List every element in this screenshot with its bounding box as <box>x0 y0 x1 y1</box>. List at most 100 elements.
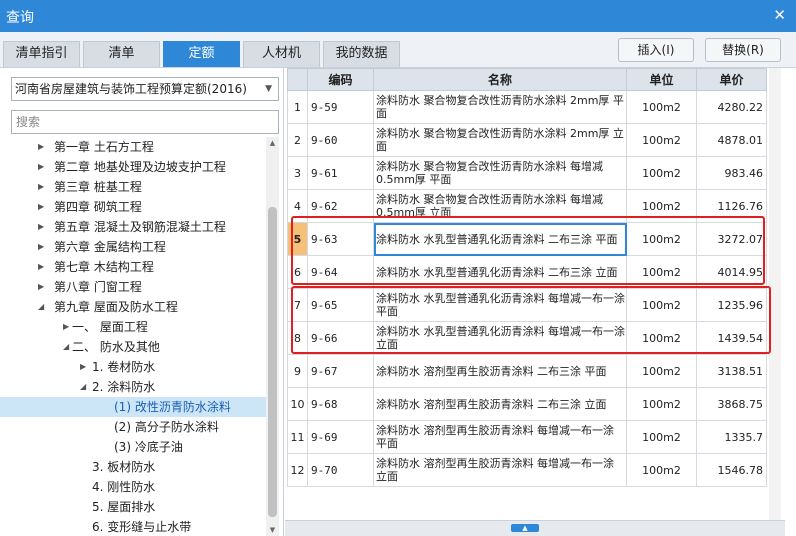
expand-arrow-icon[interactable]: ▶ <box>80 357 86 377</box>
table-row[interactable]: 8 9-66 涂料防水 水乳型普通乳化沥青涂料 每增减一布一涂 立面 100m2 143… <box>287 321 767 355</box>
row-price[interactable]: 4878.01 <box>696 123 767 157</box>
row-price[interactable]: 1126.76 <box>696 189 767 223</box>
row-unit[interactable]: 100m2 <box>626 288 697 322</box>
collapse-up-icon[interactable]: ▲ <box>511 524 539 532</box>
row-price[interactable]: 1335.7 <box>696 420 767 454</box>
row-index[interactable]: 8 <box>287 321 308 355</box>
table-row[interactable]: 9 9-67 涂料防水 溶剂型再生胶沥青涂料 二布三涂 平面 100m2 3138.51 <box>287 354 767 388</box>
row-unit[interactable]: 100m2 <box>626 420 697 454</box>
row-code[interactable]: 9-68 <box>307 387 374 421</box>
col-header-unit[interactable]: 单位 <box>626 68 697 91</box>
scroll-down-icon[interactable]: ▼ <box>266 524 279 536</box>
row-unit[interactable]: 100m2 <box>626 156 697 190</box>
tab-bill[interactable]: 清单 <box>83 41 160 67</box>
tab-bill-guide[interactable]: 清单指引 <box>3 41 80 67</box>
tree-scrollbar[interactable]: ▲ ▼ <box>266 137 279 536</box>
row-code[interactable]: 9-64 <box>307 255 374 289</box>
row-name[interactable]: 涂料防水 聚合物复合改性沥青防水涂料 2mm厚 平面 <box>373 90 627 124</box>
col-header-name[interactable]: 名称 <box>373 68 627 91</box>
expand-arrow-icon[interactable]: ▶ <box>38 157 44 177</box>
row-index[interactable]: 12 <box>287 453 308 487</box>
row-price[interactable]: 3272.07 <box>696 222 767 256</box>
row-price[interactable]: 4280.22 <box>696 90 767 124</box>
tree-node[interactable]: (2) 高分子防水涂料 <box>0 417 266 437</box>
tree-node[interactable]: (1) 改性沥青防水涂料 <box>0 397 266 417</box>
col-header-code[interactable]: 编码 <box>307 68 374 91</box>
tree-node[interactable]: ◢ 2. 涂料防水 <box>0 377 266 397</box>
table-row[interactable]: 6 9-64 涂料防水 水乳型普通乳化沥青涂料 二布三涂 立面 100m2 4014.9… <box>287 255 767 289</box>
row-unit[interactable]: 100m2 <box>626 222 697 256</box>
expand-arrow-icon[interactable]: ▶ <box>38 217 44 237</box>
tab-quota[interactable]: 定额 <box>163 41 240 67</box>
row-index[interactable]: 2 <box>287 123 308 157</box>
row-name[interactable]: 涂料防水 水乳型普通乳化沥青涂料 二布三涂 平面 <box>373 222 627 256</box>
row-unit[interactable]: 100m2 <box>626 321 697 355</box>
row-code[interactable]: 9-65 <box>307 288 374 322</box>
table-row[interactable]: 4 9-62 涂料防水 聚合物复合改性沥青防水涂料 每增减0.5mm厚 立面 100m… <box>287 189 767 223</box>
table-row[interactable]: 3 9-61 涂料防水 聚合物复合改性沥青防水涂料 每增减0.5mm厚 平面 100m… <box>287 156 767 190</box>
row-name[interactable]: 涂料防水 溶剂型再生胶沥青涂料 二布三涂 平面 <box>373 354 627 388</box>
expand-arrow-icon[interactable]: ▶ <box>63 317 69 337</box>
row-unit[interactable]: 100m2 <box>626 453 697 487</box>
search-input[interactable] <box>11 110 279 134</box>
tree-node[interactable]: (3) 冷底子油 <box>0 437 266 457</box>
tree-node[interactable]: 4. 刚性防水 <box>0 477 266 497</box>
tree-node[interactable]: ▶ 第六章 金属结构工程 <box>0 237 266 257</box>
row-code[interactable]: 9-67 <box>307 354 374 388</box>
tree-node[interactable]: ◢ 第九章 屋面及防水工程 <box>0 297 266 317</box>
row-price[interactable]: 983.46 <box>696 156 767 190</box>
tab-labor-material-machine[interactable]: 人材机 <box>243 41 320 67</box>
row-price[interactable]: 1235.96 <box>696 288 767 322</box>
replace-button[interactable]: 替换(R) <box>705 38 781 62</box>
row-code[interactable]: 9-61 <box>307 156 374 190</box>
collapse-arrow-icon[interactable]: ◢ <box>38 297 44 317</box>
row-name[interactable]: 涂料防水 溶剂型再生胶沥青涂料 每增减一布一涂 平面 <box>373 420 627 454</box>
row-name[interactable]: 涂料防水 聚合物复合改性沥青防水涂料 2mm厚 立面 <box>373 123 627 157</box>
row-code[interactable]: 9-70 <box>307 453 374 487</box>
row-index[interactable]: 7 <box>287 288 308 322</box>
row-name[interactable]: 涂料防水 水乳型普通乳化沥青涂料 二布三涂 立面 <box>373 255 627 289</box>
expand-arrow-icon[interactable]: ▶ <box>38 197 44 217</box>
row-index[interactable]: 10 <box>287 387 308 421</box>
table-row[interactable]: 5 9-63 涂料防水 水乳型普通乳化沥青涂料 二布三涂 平面 100m2 3272.0… <box>287 222 767 256</box>
col-header-price[interactable]: 单价 <box>696 68 767 91</box>
row-index[interactable]: 1 <box>287 90 308 124</box>
row-unit[interactable]: 100m2 <box>626 90 697 124</box>
scroll-up-icon[interactable]: ▲ <box>266 137 279 149</box>
tree-node[interactable]: ▶ 第五章 混凝土及钢筋混凝土工程 <box>0 217 266 237</box>
table-row[interactable]: 10 9-68 涂料防水 溶剂型再生胶沥青涂料 二布三涂 立面 100m2 3868.7… <box>287 387 767 421</box>
row-code[interactable]: 9-59 <box>307 90 374 124</box>
row-name[interactable]: 涂料防水 聚合物复合改性沥青防水涂料 每增减0.5mm厚 立面 <box>373 189 627 223</box>
tree-node[interactable]: 6. 变形缝与止水带 <box>0 517 266 536</box>
tree-node[interactable]: ▶ 第七章 木结构工程 <box>0 257 266 277</box>
quota-book-select[interactable]: 河南省房屋建筑与装饰工程预算定额(2016) ▼ <box>11 77 279 101</box>
expand-arrow-icon[interactable]: ▶ <box>38 177 44 197</box>
row-name[interactable]: 涂料防水 聚合物复合改性沥青防水涂料 每增减0.5mm厚 平面 <box>373 156 627 190</box>
row-index[interactable]: 9 <box>287 354 308 388</box>
expand-arrow-icon[interactable]: ▶ <box>38 237 44 257</box>
row-price[interactable]: 3868.75 <box>696 387 767 421</box>
row-unit[interactable]: 100m2 <box>626 354 697 388</box>
row-code[interactable]: 9-60 <box>307 123 374 157</box>
table-row[interactable]: 1 9-59 涂料防水 聚合物复合改性沥青防水涂料 2mm厚 平面 100m2 4280… <box>287 90 767 124</box>
table-row[interactable]: 7 9-65 涂料防水 水乳型普通乳化沥青涂料 每增减一布一涂 平面 100m2 123… <box>287 288 767 322</box>
table-row[interactable]: 12 9-70 涂料防水 溶剂型再生胶沥青涂料 每增减一布一涂 立面 100m2 154… <box>287 453 767 487</box>
expand-arrow-icon[interactable]: ▶ <box>38 277 44 297</box>
tree-node[interactable]: ▶ 一、 屋面工程 <box>0 317 266 337</box>
row-index[interactable]: 3 <box>287 156 308 190</box>
insert-button[interactable]: 插入(I) <box>618 38 694 62</box>
row-index[interactable]: 4 <box>287 189 308 223</box>
row-index[interactable]: 6 <box>287 255 308 289</box>
row-code[interactable]: 9-66 <box>307 321 374 355</box>
expand-arrow-icon[interactable]: ▶ <box>38 137 44 157</box>
expand-arrow-icon[interactable]: ▶ <box>38 257 44 277</box>
tree-node[interactable]: ▶ 第二章 地基处理及边坡支护工程 <box>0 157 266 177</box>
row-code[interactable]: 9-69 <box>307 420 374 454</box>
row-price[interactable]: 1439.54 <box>696 321 767 355</box>
row-index[interactable]: 11 <box>287 420 308 454</box>
row-unit[interactable]: 100m2 <box>626 255 697 289</box>
row-code[interactable]: 9-62 <box>307 189 374 223</box>
tree-scroll-thumb[interactable] <box>268 207 277 517</box>
tree-node[interactable]: 3. 板材防水 <box>0 457 266 477</box>
row-unit[interactable]: 100m2 <box>626 387 697 421</box>
